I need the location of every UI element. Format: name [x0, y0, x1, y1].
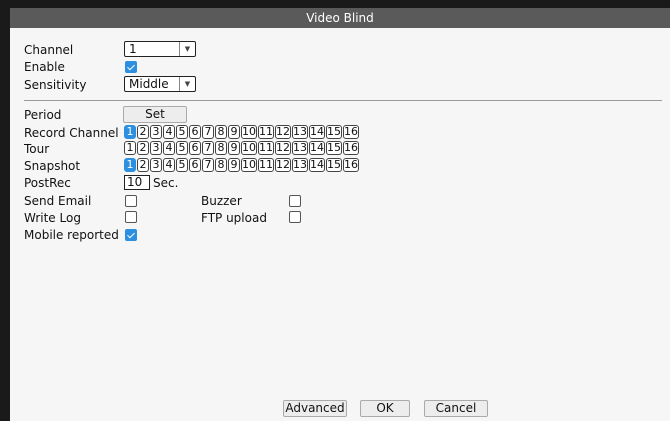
sensitivity-label: Sensitivity — [24, 78, 87, 92]
sensitivity-select[interactable]: Middle ▼ — [124, 76, 196, 92]
advanced-button[interactable]: Advanced — [283, 400, 347, 417]
channel-toggle-12[interactable]: 12 — [275, 158, 291, 172]
write-log-checkbox[interactable] — [125, 211, 137, 223]
channel-toggle-12[interactable]: 12 — [275, 125, 291, 139]
channel-toggle-5[interactable]: 5 — [176, 141, 188, 155]
channel-toggle-15[interactable]: 15 — [326, 141, 342, 155]
channel-toggle-6[interactable]: 6 — [189, 141, 201, 155]
channel-select[interactable]: 1 ▼ — [124, 41, 196, 57]
ftp-upload-checkbox[interactable] — [289, 211, 301, 223]
channel-toggle-9[interactable]: 9 — [228, 141, 240, 155]
channel-toggle-5[interactable]: 5 — [176, 125, 188, 139]
buzzer-checkbox[interactable] — [289, 195, 301, 207]
channel-toggle-1[interactable]: 1 — [124, 125, 136, 139]
channel-label: Channel — [24, 43, 74, 57]
cancel-button[interactable]: Cancel — [424, 400, 488, 417]
channel-toggle-13[interactable]: 13 — [292, 158, 308, 172]
send-email-checkbox[interactable] — [125, 195, 137, 207]
enable-label: Enable — [24, 60, 65, 74]
channel-toggle-10[interactable]: 10 — [241, 125, 257, 139]
ftp-upload-label: FTP upload — [201, 211, 267, 225]
chevron-down-icon: ▼ — [179, 77, 195, 91]
postrec-input[interactable]: 10 — [124, 175, 150, 190]
dialog-button-bar: Advanced OK Cancel — [10, 400, 670, 421]
channel-toggle-1[interactable]: 1 — [124, 158, 136, 172]
channel-toggle-14[interactable]: 14 — [309, 158, 325, 172]
channel-toggle-11[interactable]: 11 — [258, 141, 274, 155]
dialog-title: Video Blind — [10, 8, 670, 28]
snapshot-label: Snapshot — [24, 159, 81, 173]
channel-toggle-3[interactable]: 3 — [150, 125, 162, 139]
section-divider — [24, 100, 662, 101]
send-email-label: Send Email — [24, 194, 92, 208]
channel-toggle-16[interactable]: 16 — [343, 141, 359, 155]
channel-toggle-2[interactable]: 2 — [137, 141, 149, 155]
channel-toggle-8[interactable]: 8 — [215, 158, 227, 172]
channel-toggle-10[interactable]: 10 — [241, 141, 257, 155]
sensitivity-value: Middle — [129, 77, 169, 91]
buzzer-label: Buzzer — [201, 194, 242, 208]
channel-toggle-2[interactable]: 2 — [137, 125, 149, 139]
chevron-down-icon: ▼ — [179, 42, 195, 56]
channel-toggle-16[interactable]: 16 — [343, 158, 359, 172]
tour-channel-selector: 1 2 3 4 5 6 7 8 9 10 11 12 13 14 15 16 — [124, 141, 359, 155]
mobile-reported-label: Mobile reported — [24, 228, 119, 242]
channel-toggle-7[interactable]: 7 — [202, 158, 214, 172]
channel-toggle-16[interactable]: 16 — [343, 125, 359, 139]
channel-toggle-8[interactable]: 8 — [215, 125, 227, 139]
period-label: Period — [24, 108, 62, 122]
channel-toggle-13[interactable]: 13 — [292, 125, 308, 139]
postrec-label: PostRec — [24, 176, 71, 190]
channel-toggle-14[interactable]: 14 — [309, 141, 325, 155]
channel-toggle-2[interactable]: 2 — [137, 158, 149, 172]
channel-toggle-13[interactable]: 13 — [292, 141, 308, 155]
snapshot-channel-selector: 1 2 3 4 5 6 7 8 9 10 11 12 13 14 15 16 — [124, 158, 359, 172]
channel-toggle-5[interactable]: 5 — [176, 158, 188, 172]
ok-button[interactable]: OK — [360, 400, 410, 417]
channel-toggle-11[interactable]: 11 — [258, 125, 274, 139]
channel-toggle-15[interactable]: 15 — [326, 158, 342, 172]
channel-toggle-9[interactable]: 9 — [228, 158, 240, 172]
channel-toggle-15[interactable]: 15 — [326, 125, 342, 139]
channel-toggle-6[interactable]: 6 — [189, 125, 201, 139]
channel-toggle-1[interactable]: 1 — [124, 141, 136, 155]
mobile-reported-checkbox[interactable] — [125, 229, 137, 241]
video-blind-dialog: Video Blind Channel 1 ▼ Enable Sensitivi… — [10, 8, 670, 421]
channel-toggle-7[interactable]: 7 — [202, 141, 214, 155]
channel-toggle-14[interactable]: 14 — [309, 125, 325, 139]
channel-toggle-9[interactable]: 9 — [228, 125, 240, 139]
channel-toggle-12[interactable]: 12 — [275, 141, 291, 155]
channel-toggle-4[interactable]: 4 — [163, 158, 175, 172]
record-channel-label: Record Channel — [24, 126, 119, 140]
channel-toggle-4[interactable]: 4 — [163, 125, 175, 139]
channel-toggle-11[interactable]: 11 — [258, 158, 274, 172]
write-log-label: Write Log — [24, 211, 81, 225]
record-channel-selector: 1 2 3 4 5 6 7 8 9 10 11 12 13 14 15 16 — [124, 125, 359, 139]
channel-toggle-6[interactable]: 6 — [189, 158, 201, 172]
channel-toggle-4[interactable]: 4 — [163, 141, 175, 155]
channel-toggle-7[interactable]: 7 — [202, 125, 214, 139]
tour-label: Tour — [24, 142, 50, 156]
channel-toggle-10[interactable]: 10 — [241, 158, 257, 172]
channel-value: 1 — [129, 42, 137, 56]
period-set-button[interactable]: Set — [123, 106, 187, 123]
postrec-unit: Sec. — [153, 176, 179, 190]
channel-toggle-3[interactable]: 3 — [150, 158, 162, 172]
enable-checkbox[interactable] — [125, 61, 137, 73]
channel-toggle-3[interactable]: 3 — [150, 141, 162, 155]
channel-toggle-8[interactable]: 8 — [215, 141, 227, 155]
